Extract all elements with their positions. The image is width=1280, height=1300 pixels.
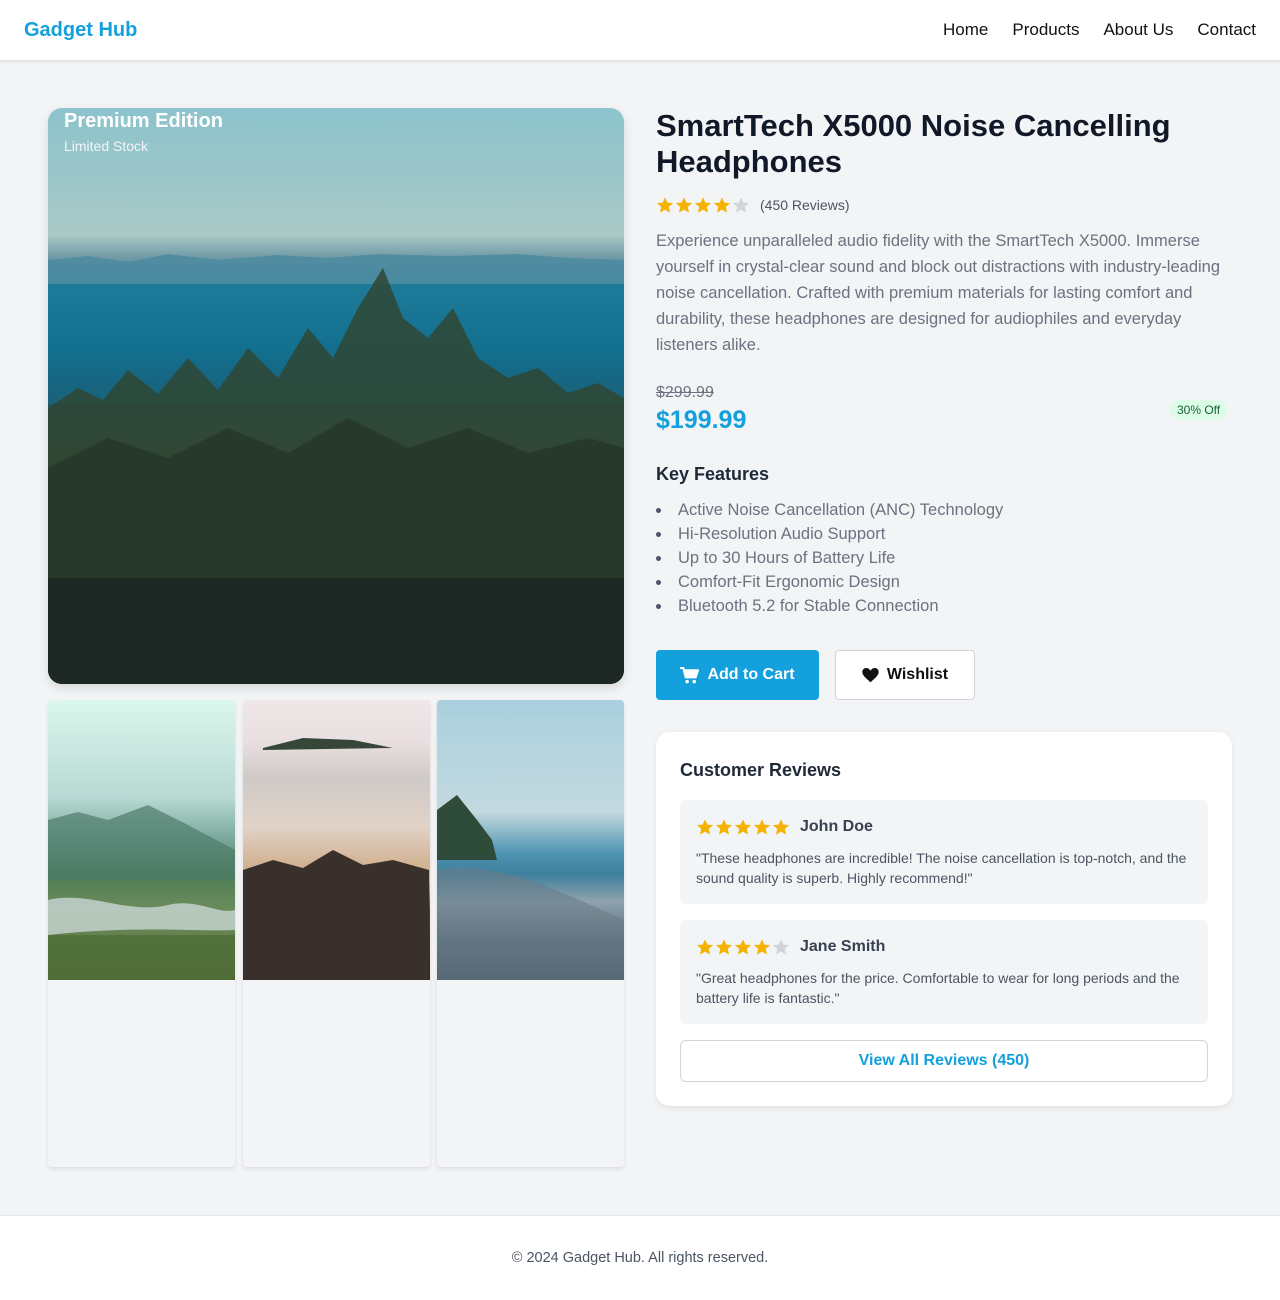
star-icon: [734, 939, 752, 955]
customer-reviews-card: Customer Reviews John Doe "These headpho…: [656, 732, 1232, 1106]
star-icon: [753, 819, 771, 835]
feature-item: Active Noise Cancellation (ANC) Technolo…: [656, 498, 1003, 522]
sale-price: $199.99: [656, 406, 747, 434]
thumbnail-2[interactable]: [243, 700, 430, 1167]
nav-home[interactable]: Home: [943, 20, 988, 40]
thumbnail-1[interactable]: [48, 700, 235, 1167]
landscape-illustration: [48, 254, 624, 684]
star-icon: [713, 197, 731, 213]
star-icon: [675, 197, 693, 213]
nav-contact[interactable]: Contact: [1197, 20, 1256, 40]
main-nav: Home Products About Us Contact: [943, 20, 1256, 40]
main-product-image[interactable]: Premium Edition Limited Stock: [48, 108, 624, 684]
thumbnail-image-shore: [437, 700, 624, 980]
review-item: John Doe "These headphones are incredibl…: [680, 800, 1208, 904]
star-icon: [715, 819, 733, 835]
product-rating: (450 Reviews): [656, 196, 849, 214]
rating-count[interactable]: (450 Reviews): [760, 197, 849, 213]
review-text: "These headphones are incredible! The no…: [696, 850, 1187, 886]
heart-icon: [862, 667, 879, 682]
copyright-text: © 2024 Gadget Hub. All rights reserved.: [511, 1250, 769, 1266]
review-text: "Great headphones for the price. Comfort…: [696, 970, 1180, 1006]
thumbnail-3[interactable]: [437, 700, 624, 1167]
star-icon: [715, 939, 733, 955]
star-icon: [694, 197, 712, 213]
review-stars: [696, 938, 790, 956]
wishlist-label: Wishlist: [886, 666, 949, 683]
site-header: Gadget Hub Home Products About Us Contac…: [0, 0, 1280, 60]
reviewer-name: John Doe: [800, 818, 873, 835]
thumbnail-image-river: [48, 700, 235, 980]
add-to-cart-button[interactable]: Add to Cart: [656, 650, 819, 700]
review-item: Jane Smith "Great headphones for the pri…: [680, 920, 1208, 1024]
features-heading: Key Features: [656, 464, 770, 484]
feature-item: Hi-Resolution Audio Support: [656, 522, 1003, 546]
feature-item: Comfort-Fit Ergonomic Design: [656, 570, 1003, 594]
badge-title: Premium Edition: [64, 110, 223, 132]
reviews-heading: Customer Reviews: [680, 760, 842, 780]
star-icon: [734, 819, 752, 835]
brand-logo[interactable]: Gadget Hub: [24, 19, 137, 42]
star-icon: [753, 939, 771, 955]
nav-about-us[interactable]: About Us: [1103, 20, 1173, 40]
star-icon: [696, 939, 714, 955]
badge-subtitle: Limited Stock: [64, 138, 149, 154]
rating-stars: [656, 196, 750, 214]
product-description: Experience unparalleled audio fidelity w…: [656, 232, 1221, 354]
features-list: Active Noise Cancellation (ANC) Technolo…: [656, 498, 1003, 618]
star-icon: [732, 197, 750, 213]
view-all-reviews-button[interactable]: View All Reviews (450): [680, 1040, 1208, 1082]
review-stars: [696, 818, 790, 836]
product-title: SmartTech X5000 Noise Cancelling Headpho…: [656, 108, 1171, 179]
cart-icon: [680, 666, 700, 683]
wishlist-button[interactable]: Wishlist: [835, 650, 975, 700]
original-price: $299.99: [656, 384, 714, 401]
feature-item: Bluetooth 5.2 for Stable Connection: [656, 594, 1003, 618]
star-icon: [772, 939, 790, 955]
star-icon: [772, 819, 790, 835]
site-footer: © 2024 Gadget Hub. All rights reserved.: [0, 1215, 1280, 1300]
star-icon: [656, 197, 674, 213]
feature-item: Up to 30 Hours of Battery Life: [656, 546, 1003, 570]
reviewer-name: Jane Smith: [800, 938, 886, 955]
thumbnail-image-beach: [243, 700, 430, 980]
add-to-cart-label: Add to Cart: [707, 666, 795, 683]
nav-products[interactable]: Products: [1012, 20, 1079, 40]
discount-badge: 30% Off: [1170, 400, 1228, 420]
star-icon: [696, 819, 714, 835]
